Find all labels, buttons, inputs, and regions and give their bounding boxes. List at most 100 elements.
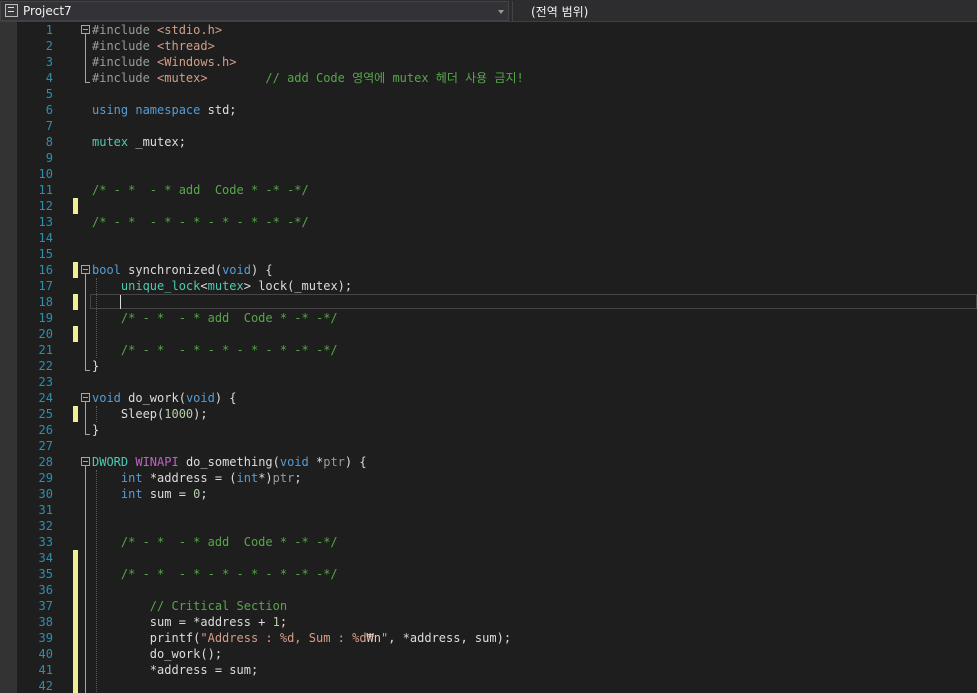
collapse-icon[interactable]: [81, 457, 90, 466]
unsaved-change-marker: [73, 406, 78, 422]
line-number: 15: [38, 247, 53, 261]
code-line[interactable]: 27: [0, 438, 977, 454]
code-line[interactable]: 34: [0, 550, 977, 566]
code-line[interactable]: 31: [0, 502, 977, 518]
line-number: 6: [45, 103, 53, 117]
code-token: mutex: [207, 279, 244, 293]
unsaved-change-marker: [73, 326, 78, 342]
code-line[interactable]: 11 /* - * - * add Code * -* -*/: [0, 182, 977, 198]
code-line[interactable]: 16 bool synchronized(void) {: [0, 262, 977, 278]
code-line[interactable]: 15: [0, 246, 977, 262]
code-token: /* - * - * - * - * - * -* -*/: [120, 567, 338, 581]
code-text: /* - * - * - * - * - * -* -*/: [92, 566, 338, 582]
line-number: 13: [38, 215, 53, 229]
code-line[interactable]: 22}: [0, 358, 977, 374]
code-line[interactable]: 9: [0, 150, 977, 166]
code-token: #include: [92, 71, 158, 85]
code-line[interactable]: 4 #include <mutex> // add Code 영역에 mutex …: [0, 70, 977, 86]
code-token: void: [279, 455, 309, 469]
code-line[interactable]: 40 do_work();: [0, 646, 977, 662]
code-line[interactable]: 1 #include <stdio.h>: [0, 22, 977, 38]
code-text: }: [92, 358, 99, 374]
code-line[interactable]: 36: [0, 582, 977, 598]
outline-line: [85, 402, 86, 434]
code-editor[interactable]: 1 #include <stdio.h> 2 #include <thread> 3 #i…: [0, 22, 977, 693]
line-number: 16: [38, 263, 53, 277]
unsaved-change-marker: [73, 646, 78, 662]
code-line[interactable]: 3 #include <Windows.h>: [0, 54, 977, 70]
code-line[interactable]: 32: [0, 518, 977, 534]
code-line[interactable]: 13 /* - * - * - * - * - * -* -*/: [0, 214, 977, 230]
code-line[interactable]: 21 /* - * - * - * - * - * -* -*/: [0, 342, 977, 358]
code-text: }: [92, 422, 99, 438]
code-line[interactable]: 37 // Critical Section: [0, 598, 977, 614]
code-line[interactable]: 38 sum = *address + 1;: [0, 614, 977, 630]
code-token: ) {: [214, 391, 237, 405]
unsaved-change-marker: [73, 550, 78, 566]
code-text: void do_work(void) {: [92, 390, 237, 406]
chevron-down-icon[interactable]: [498, 10, 504, 14]
line-number: 41: [38, 663, 53, 677]
code-line[interactable]: 10: [0, 166, 977, 182]
code-line[interactable]: 39 printf("Address : %d, Sum : %d₩n", *a…: [0, 630, 977, 646]
line-number: 19: [38, 311, 53, 325]
code-line[interactable]: 7: [0, 118, 977, 134]
collapse-icon[interactable]: [81, 25, 90, 34]
code-token: > lock(_mutex);: [243, 279, 353, 293]
project-icon: [5, 4, 18, 17]
code-line[interactable]: 6 using namespace std;: [0, 102, 977, 118]
unsaved-change-marker: [73, 198, 78, 214]
outline-end: [85, 82, 90, 83]
code-line[interactable]: 41 *address = sum;: [0, 662, 977, 678]
code-line[interactable]: 24 void do_work(void) {: [0, 390, 977, 406]
code-line[interactable]: 12: [0, 198, 977, 214]
line-number: 8: [45, 135, 53, 149]
current-line-highlight: [90, 294, 977, 309]
unsaved-change-marker: [73, 678, 78, 693]
code-token: /* - * - * add Code * -* -*/: [120, 311, 338, 325]
code-token: ;: [279, 615, 288, 629]
code-text: mutex _mutex;: [92, 134, 186, 150]
line-number: 2: [45, 39, 53, 53]
scope-dropdown[interactable]: (전역 범위): [512, 1, 977, 21]
code-token: 1000: [164, 407, 194, 421]
code-line[interactable]: 30 int sum = 0;: [0, 486, 977, 502]
code-line[interactable]: 17 unique_lock<mutex> lock(_mutex);: [0, 278, 977, 294]
collapse-icon[interactable]: [81, 265, 90, 274]
project-dropdown[interactable]: Project7: [0, 1, 509, 21]
code-text: int sum = 0;: [92, 486, 208, 502]
code-line[interactable]: 19 /* - * - * add Code * -* -*/: [0, 310, 977, 326]
indent-guide: [96, 470, 97, 693]
code-token: /* - * - * add Code * -* -*/: [120, 535, 338, 549]
code-line[interactable]: 26}: [0, 422, 977, 438]
code-line[interactable]: 25 Sleep(1000);: [0, 406, 977, 422]
code-line[interactable]: 29 int *address = (int*)ptr;: [0, 470, 977, 486]
code-line[interactable]: 33 /* - * - * add Code * -* -*/: [0, 534, 977, 550]
code-line[interactable]: 42: [0, 678, 977, 693]
code-token: "Address : %d, Sum : %d: [200, 631, 367, 645]
outline-line: [85, 466, 86, 693]
code-token: Sleep(: [92, 407, 165, 421]
code-token: #include: [92, 55, 158, 69]
code-line[interactable]: 35 /* - * - * - * - * - * -* -*/: [0, 566, 977, 582]
code-token: WINAPI: [135, 455, 179, 469]
outline-line: [85, 34, 86, 82]
line-number: 10: [38, 167, 53, 181]
code-token: <: [200, 279, 208, 293]
code-line[interactable]: 2 #include <thread>: [0, 38, 977, 54]
code-line[interactable]: 8 mutex _mutex;: [0, 134, 977, 150]
code-line[interactable]: 28 DWORD WINAPI do_something(void *ptr) {: [0, 454, 977, 470]
unsaved-change-marker: [73, 614, 78, 630]
collapse-icon[interactable]: [81, 393, 90, 402]
code-line[interactable]: 18: [0, 294, 977, 310]
code-line[interactable]: 14: [0, 230, 977, 246]
line-number: 3: [45, 55, 53, 69]
code-token: sum =: [142, 487, 194, 501]
code-line[interactable]: 20: [0, 326, 977, 342]
code-text: unique_lock<mutex> lock(_mutex);: [92, 278, 352, 294]
code-token: 1: [272, 615, 280, 629]
code-token: );: [193, 407, 208, 421]
code-line[interactable]: 5: [0, 86, 977, 102]
code-line[interactable]: 23: [0, 374, 977, 390]
code-text: /* - * - * add Code * -* -*/: [92, 182, 309, 198]
